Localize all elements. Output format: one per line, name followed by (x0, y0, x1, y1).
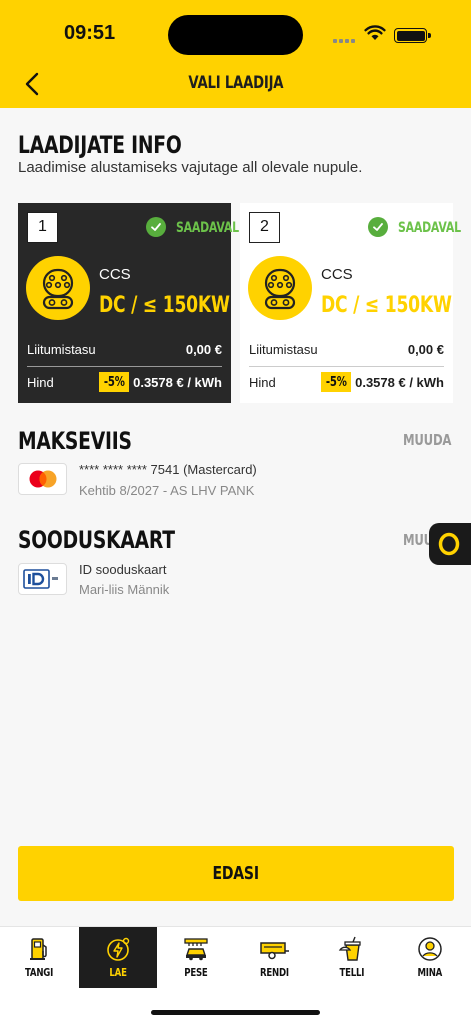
price-value: 0.3578 € / kWh (133, 374, 222, 390)
mastercard-icon (18, 463, 67, 495)
card-expiry: Kehtib 8/2027 - AS LHV PANK (79, 483, 255, 498)
connection-fee-value: 0,00 € (185, 342, 222, 357)
discount-card-title: SOODUSKAART (18, 526, 175, 554)
plug-type: CCS (321, 266, 353, 283)
discount-badge: -5% (320, 372, 352, 392)
connection-fee-row: Liitumistasu 0,00 € (27, 342, 222, 357)
check-circle-icon (368, 217, 388, 237)
connection-fee-label: Liitumistasu (27, 342, 96, 357)
connection-fee-label: Liitumistasu (249, 342, 318, 357)
charger-card-1[interactable]: 1 SAADAVAL CCS DC / ≤ 150KW Liitumistasu… (18, 203, 239, 403)
discount-card-name: ID sooduskaart (79, 562, 167, 577)
trailer-icon (260, 942, 289, 960)
charge-icon (107, 937, 130, 961)
charge-power: DC / ≤ 150KW (321, 293, 452, 318)
charger-number: 1 (27, 212, 58, 243)
dynamic-island (168, 15, 303, 55)
price-label: Hind (249, 374, 276, 390)
charger-card-2[interactable]: 2 SAADAVAL CCS DC / ≤ 150KW Liitumistasu… (240, 203, 461, 403)
nav-item-pese[interactable]: PESE (157, 927, 235, 988)
charger-info-subtitle: Laadimise alustamiseks vajutage all olev… (18, 159, 363, 176)
price-label: Hind (27, 374, 54, 390)
nav-item-telli[interactable]: TELLI (313, 927, 391, 988)
nav-item-mina[interactable]: MINA (391, 927, 469, 988)
change-payment-link[interactable]: MUUDA (403, 431, 465, 449)
header-bar: 09:51 VALI LAADIJA (0, 0, 471, 108)
status-time: 09:51 (64, 22, 116, 44)
connection-fee-row: Liitumistasu 0,00 € (249, 342, 444, 357)
nav-item-tangi[interactable]: TANGI (0, 927, 78, 988)
divider (249, 366, 444, 367)
card-number: **** **** **** 7541 (Mastercard) (79, 462, 257, 477)
car-wash-icon (184, 938, 208, 961)
price-row: Hind -5% 0.3578 € / kWh (249, 372, 444, 392)
food-icon (338, 936, 361, 961)
plug-type: CCS (99, 266, 131, 283)
fuel-pump-icon (30, 938, 47, 960)
signal-icon (333, 30, 357, 48)
page-title: VALI LAADIJA (188, 73, 283, 93)
ccs-plug-icon (248, 256, 312, 320)
profile-icon (418, 937, 442, 961)
olerex-o-button[interactable] (429, 523, 471, 565)
discount-card-owner: Mari-liis Männik (79, 582, 170, 597)
olerex-o-icon (438, 532, 460, 556)
payment-method-title: MAKSEVIIS (18, 427, 132, 455)
charger-info-title: LAADIJATE INFO (18, 131, 182, 159)
price-row: Hind -5% 0.3578 € / kWh (27, 372, 222, 392)
discount-badge: -5% (98, 372, 130, 392)
divider (27, 366, 222, 367)
connection-fee-value: 0,00 € (407, 342, 444, 357)
home-indicator (151, 1010, 320, 1015)
check-circle-icon (146, 217, 166, 237)
nav-item-rendi[interactable]: RENDI (235, 927, 313, 988)
wifi-icon (364, 25, 386, 40)
availability-status: SAADAVAL (368, 217, 471, 237)
next-button[interactable]: EDASI (18, 846, 454, 901)
id-card-icon (18, 563, 67, 595)
nav-item-lae[interactable]: LAE (79, 927, 157, 988)
ccs-plug-icon (26, 256, 90, 320)
battery-icon (394, 28, 431, 43)
price-value: 0.3578 € / kWh (355, 374, 444, 390)
charger-number: 2 (249, 212, 280, 243)
